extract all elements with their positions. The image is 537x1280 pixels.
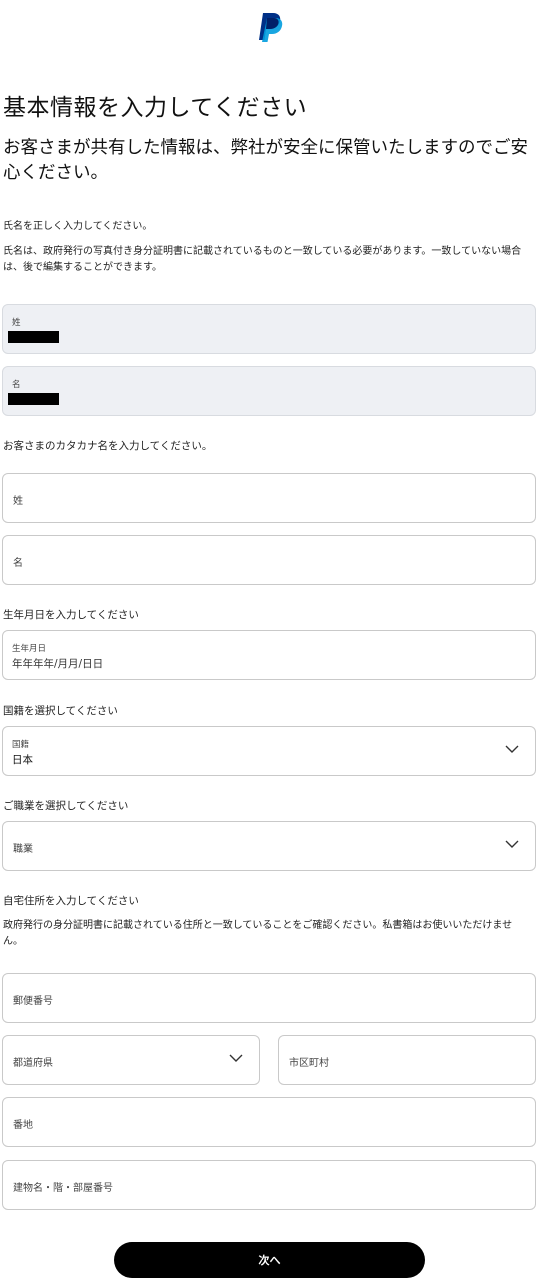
first-name-field[interactable]: 名 <box>2 366 536 416</box>
next-button[interactable]: 次へ <box>114 1242 425 1278</box>
last-name-field[interactable]: 姓 <box>2 304 536 354</box>
katakana-first-name-input[interactable]: 名 <box>2 535 536 585</box>
postal-code-placeholder: 郵便番号 <box>13 996 53 1007</box>
nationality-value: 日本 <box>12 754 33 766</box>
prefecture-placeholder: 都道府県 <box>13 1058 53 1069</box>
katakana-last-name-input[interactable]: 姓 <box>2 473 536 523</box>
prefecture-select[interactable]: 都道府県 <box>2 1035 260 1085</box>
name-instruction: 氏名を正しく入力してください。 <box>3 221 153 232</box>
katakana-instruction: お客さまのカタカナ名を入力してください。 <box>3 440 213 452</box>
street-placeholder: 番地 <box>13 1120 33 1131</box>
nationality-select[interactable]: 国籍 日本 <box>2 726 536 776</box>
nationality-instruction: 国籍を選択してください <box>3 705 118 717</box>
street-input[interactable]: 番地 <box>2 1097 536 1147</box>
address-note: 政府発行の身分証明書に記載されている住所と一致していることをご確認ください。私書… <box>3 920 513 947</box>
page-subtitle: お客さまが共有した情報は、弊社が安全に保管いたしますのでご安心ください。 <box>3 138 528 183</box>
city-placeholder: 市区町村 <box>289 1058 329 1069</box>
nationality-label: 国籍 <box>12 740 30 750</box>
redacted-value <box>8 331 59 343</box>
occupation-placeholder: 職業 <box>13 844 33 855</box>
paypal-logo <box>259 13 283 42</box>
katakana-first-name-placeholder: 名 <box>13 558 23 569</box>
birthdate-label: 生年月日 <box>12 644 47 654</box>
name-note: 氏名は、政府発行の写真付き身分証明書に記載されているものと一致している必要があり… <box>3 246 522 273</box>
birthdate-placeholder: 年年年年/月月/日日 <box>12 658 104 670</box>
chevron-down-icon <box>229 1054 243 1062</box>
chevron-down-icon <box>505 840 519 848</box>
building-placeholder: 建物名・階・部屋番号 <box>13 1183 113 1194</box>
birthdate-input[interactable]: 生年月日 年年年年/月月/日日 <box>2 630 536 680</box>
last-name-label: 姓 <box>12 318 21 328</box>
occupation-select[interactable]: 職業 <box>2 821 536 871</box>
postal-code-input[interactable]: 郵便番号 <box>2 973 536 1023</box>
redacted-value <box>8 393 59 405</box>
chevron-down-icon <box>505 745 519 753</box>
first-name-label: 名 <box>12 380 21 390</box>
building-input[interactable]: 建物名・階・部屋番号 <box>2 1160 536 1210</box>
birthdate-instruction: 生年月日を入力してください <box>3 609 139 621</box>
katakana-last-name-placeholder: 姓 <box>13 496 23 507</box>
city-input[interactable]: 市区町村 <box>278 1035 536 1085</box>
address-instruction: 自宅住所を入力してください <box>3 895 139 907</box>
page-title: 基本情報を入力してください <box>3 95 308 121</box>
occupation-instruction: ご職業を選択してください <box>3 800 129 812</box>
